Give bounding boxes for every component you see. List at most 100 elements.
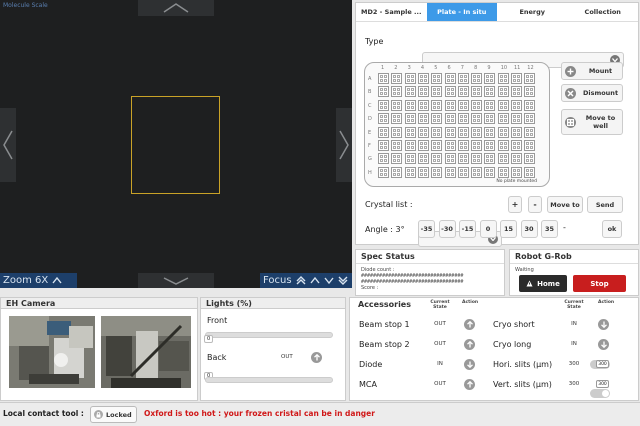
accessory-toggle-button[interactable]	[464, 359, 475, 370]
plate-well[interactable]	[431, 126, 443, 138]
plate-well[interactable]	[484, 86, 496, 98]
plate-well[interactable]	[444, 126, 456, 138]
plate-well[interactable]	[431, 73, 443, 84]
plate-well[interactable]	[524, 99, 536, 111]
plate-well[interactable]	[457, 140, 469, 151]
back-light-slider[interactable]	[205, 377, 333, 383]
accessory-toggle-button[interactable]	[464, 339, 475, 350]
plate-well[interactable]	[417, 99, 429, 111]
plate-well[interactable]	[457, 113, 469, 125]
plate-well[interactable]	[391, 86, 403, 98]
plate-well[interactable]	[444, 113, 456, 125]
move-to-well-button[interactable]: Move to well	[561, 109, 623, 135]
chevron-down-icon[interactable]	[324, 277, 334, 284]
plate-well[interactable]	[431, 113, 443, 125]
plate-well[interactable]	[378, 140, 389, 151]
plate-well[interactable]	[417, 140, 429, 151]
slit-slider-value[interactable]: 300	[596, 360, 609, 368]
accessory-toggle-button[interactable]	[464, 379, 475, 390]
plate-well[interactable]	[511, 140, 522, 151]
plate-well[interactable]	[417, 126, 429, 138]
tab-plate-in-situ[interactable]: Plate - In situ	[426, 3, 497, 21]
plate-well[interactable]	[457, 86, 469, 98]
plate-well[interactable]	[497, 113, 509, 125]
robot-stop-button[interactable]: Stop	[573, 275, 626, 292]
plate-well[interactable]	[417, 113, 429, 125]
plate-well[interactable]	[524, 113, 536, 125]
plate-well[interactable]	[497, 140, 509, 151]
back-light-toggle-button[interactable]	[311, 352, 322, 363]
plate-well[interactable]	[524, 140, 536, 151]
plate-well[interactable]	[511, 113, 522, 125]
plate-well[interactable]	[457, 99, 469, 111]
plate-well[interactable]	[484, 99, 496, 111]
accessory-toggle-button[interactable]	[598, 339, 609, 350]
plate-well[interactable]	[417, 73, 429, 84]
angle-button[interactable]: 35	[541, 220, 558, 238]
plate-well[interactable]	[378, 126, 389, 138]
chevron-up-icon[interactable]	[310, 277, 320, 284]
plate-well[interactable]	[471, 140, 483, 151]
accessory-toggle-button[interactable]	[464, 319, 475, 330]
plate-well[interactable]	[497, 73, 509, 84]
add-crystal-button[interactable]: +	[508, 196, 522, 213]
dismount-button[interactable]: Dismount	[561, 84, 623, 102]
plate-well[interactable]	[378, 153, 389, 165]
plate-well[interactable]	[471, 73, 483, 84]
plate-well[interactable]	[391, 140, 403, 151]
remove-crystal-button[interactable]: -	[528, 196, 542, 213]
move-right-button[interactable]	[336, 108, 352, 182]
zoom-control[interactable]: Zoom 6X	[0, 273, 77, 288]
plate-well[interactable]	[444, 86, 456, 98]
plate-well[interactable]	[471, 153, 483, 165]
tab-energy[interactable]: Energy	[497, 3, 568, 21]
plate-well[interactable]	[511, 126, 522, 138]
plate-well[interactable]	[391, 126, 403, 138]
plate-well[interactable]	[511, 166, 522, 178]
plate-well[interactable]	[444, 166, 456, 178]
accessory-toggle-button[interactable]	[598, 319, 609, 330]
plate-well[interactable]	[417, 166, 429, 178]
angle-button[interactable]: -35	[418, 220, 435, 238]
angle-ok-button[interactable]: ok	[602, 220, 622, 238]
plate-well[interactable]	[457, 153, 469, 165]
tab-collection[interactable]: Collection	[568, 3, 639, 21]
sample-video-view[interactable]: Molecule Scale Zoom 6X Focus	[0, 0, 352, 288]
plate-well[interactable]	[391, 73, 403, 84]
mount-button[interactable]: Mount	[561, 62, 623, 80]
plate-well[interactable]	[378, 86, 389, 98]
locked-button[interactable]: Locked	[90, 406, 137, 423]
plate-well[interactable]	[497, 153, 509, 165]
plate-well[interactable]	[497, 166, 509, 178]
plate-well[interactable]	[471, 126, 483, 138]
plate-well[interactable]	[378, 113, 389, 125]
plate-well[interactable]	[497, 99, 509, 111]
plate-well[interactable]	[511, 153, 522, 165]
plate-well[interactable]	[417, 153, 429, 165]
plate-well[interactable]	[457, 73, 469, 84]
plate-well[interactable]	[457, 126, 469, 138]
plate-well[interactable]	[524, 126, 536, 138]
plate-well[interactable]	[457, 166, 469, 178]
plate-well[interactable]	[444, 140, 456, 151]
front-light-slider[interactable]	[205, 332, 333, 338]
plate-well[interactable]	[378, 99, 389, 111]
plate-well[interactable]	[404, 140, 416, 151]
move-left-button[interactable]	[0, 108, 16, 182]
plate-well[interactable]	[511, 86, 522, 98]
plate-well[interactable]	[404, 113, 416, 125]
plate-well[interactable]	[471, 99, 483, 111]
double-chevron-down-icon[interactable]	[338, 276, 348, 285]
plate-well[interactable]	[484, 166, 496, 178]
plate-well[interactable]	[524, 73, 536, 84]
angle-button[interactable]: 30	[520, 220, 538, 238]
plate-well[interactable]	[431, 99, 443, 111]
plate-well[interactable]	[404, 126, 416, 138]
angle-button[interactable]: 0	[479, 220, 497, 238]
plate-well[interactable]	[391, 166, 403, 178]
plate-well[interactable]	[404, 166, 416, 178]
plate-well[interactable]	[471, 166, 483, 178]
plate-well[interactable]	[511, 99, 522, 111]
send-button[interactable]: Send	[587, 196, 623, 213]
plate-well[interactable]	[404, 73, 416, 84]
